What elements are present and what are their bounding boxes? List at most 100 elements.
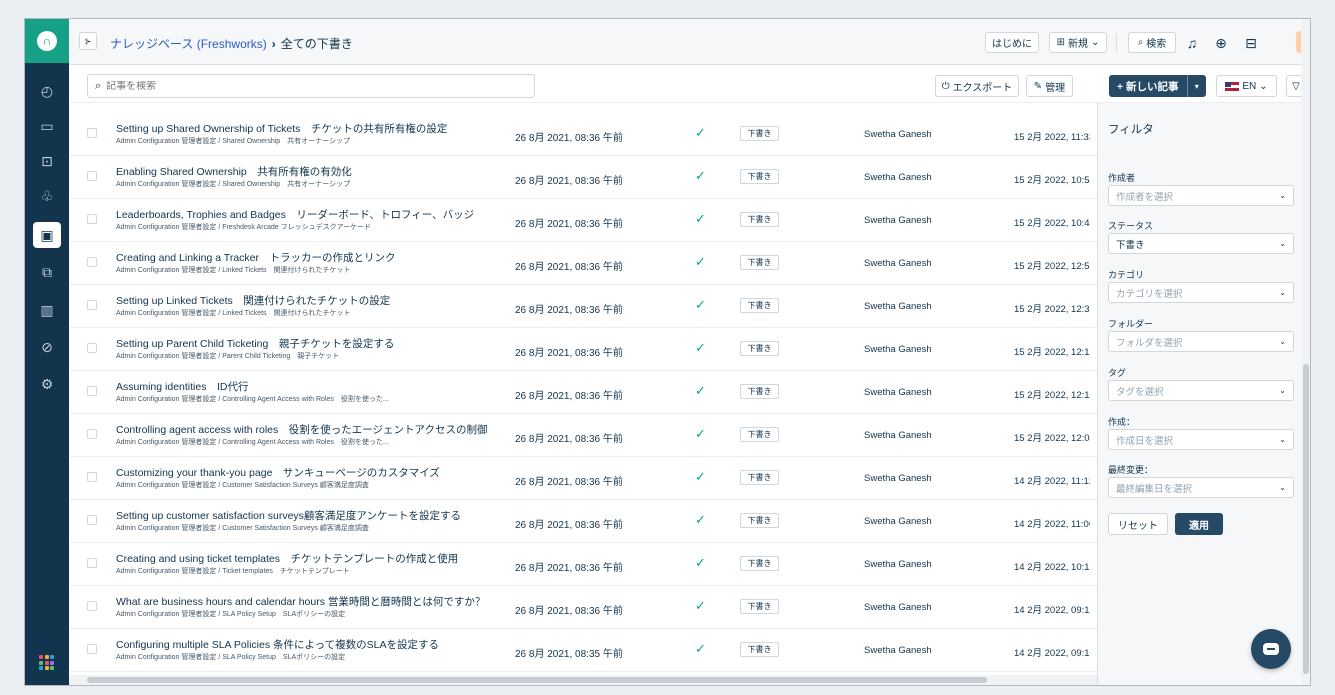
article-row[interactable]: Assuming identities ID代行 Admin Configurat… — [69, 371, 1097, 414]
article-search-input[interactable] — [106, 80, 507, 92]
article-title-link[interactable]: Assuming identities ID代行 — [116, 379, 248, 394]
article-created-date: 26 8月 2021, 08:35 午前 — [515, 649, 623, 660]
manage-button[interactable]: ✎ 管理 — [1026, 75, 1073, 97]
solutions-icon[interactable]: ▣ — [33, 222, 61, 248]
article-row[interactable]: Creating and using ticket templates チケット… — [69, 543, 1097, 586]
new-dropdown-button[interactable]: ⊞ 新規 ⌄ — [1049, 32, 1107, 53]
dashboard-icon[interactable]: ◴ — [33, 78, 61, 104]
new-article-button[interactable]: + 新しい記事 ▾ — [1109, 75, 1206, 97]
horizontal-scroll-thumb[interactable] — [87, 677, 987, 683]
export-label: エクスポート — [952, 82, 1013, 94]
article-title-link[interactable]: Configuring multiple SLA Policies 条件によって… — [116, 637, 439, 652]
article-title-link[interactable]: Setting up customer satisfaction surveys… — [116, 508, 461, 523]
discussions-icon[interactable]: ⊘ — [33, 334, 61, 360]
apply-filters-button[interactable]: 適用 — [1175, 513, 1223, 535]
article-folder-path: Admin Configuration 管理者設定 / Shared Owner… — [116, 138, 351, 145]
created-filter-select[interactable]: 作成日を選択 ⌄ — [1108, 429, 1294, 450]
article-row[interactable]: Enabling Shared Ownership 共有所有権の有効化 Admin… — [69, 156, 1097, 199]
row-checkbox[interactable] — [87, 300, 97, 310]
article-row[interactable]: Customizing your thank-you page サンキューページ… — [69, 457, 1097, 500]
contacts-icon[interactable]: ⊡ — [33, 148, 61, 174]
getting-started-button[interactable]: はじめに — [985, 32, 1039, 53]
article-title-link[interactable]: What are business hours and calendar hou… — [116, 594, 485, 609]
article-list: Setting up Shared Ownership of Tickets チ… — [69, 113, 1097, 675]
article-row[interactable]: Setting up Linked Tickets 関連付けられたチケットの設定… — [69, 285, 1097, 328]
tickets-icon[interactable]: ▭ — [33, 113, 61, 139]
vertical-scrollbar[interactable] — [1301, 19, 1310, 685]
chevron-down-icon: ⌄ — [1259, 80, 1268, 92]
folder-filter-label: フォルダー — [1108, 319, 1154, 329]
reset-filters-button[interactable]: リセット — [1108, 513, 1168, 535]
article-title-link[interactable]: Creating and Linking a Tracker トラッカーの作成と… — [116, 250, 396, 265]
horizontal-scrollbar[interactable] — [69, 675, 1097, 685]
article-row[interactable]: Setting up customer satisfaction surveys… — [69, 500, 1097, 543]
status-filter-select[interactable]: 下書き ⌄ — [1108, 233, 1294, 254]
chat-widget-button[interactable] — [1251, 629, 1291, 669]
article-title-link[interactable]: Customizing your thank-you page サンキューページ… — [116, 465, 440, 480]
article-title-link[interactable]: Setting up Linked Tickets 関連付けられたチケットの設定 — [116, 293, 390, 308]
row-checkbox[interactable] — [87, 515, 97, 525]
status-badge: 下書き — [740, 513, 779, 528]
checkmark-icon: ✓ — [695, 211, 706, 226]
reports-icon[interactable]: ▥ — [33, 297, 61, 323]
row-checkbox[interactable] — [87, 558, 97, 568]
export-button[interactable]: ⏻ エクスポート — [935, 75, 1019, 97]
row-checkbox[interactable] — [87, 386, 97, 396]
chevron-down-icon: ⌄ — [1279, 483, 1286, 492]
language-label: EN — [1242, 80, 1257, 92]
article-row[interactable]: Leaderboards, Trophies and Badges リーダーボー… — [69, 199, 1097, 242]
sidebar-toggle-button[interactable]: ⊱ — [79, 32, 97, 50]
global-search-button[interactable]: ⌕ 検索 — [1128, 32, 1176, 53]
row-checkbox[interactable] — [87, 128, 97, 138]
row-checkbox[interactable] — [87, 257, 97, 267]
language-selector[interactable]: EN ⌄ — [1216, 75, 1277, 97]
status-badge: 下書き — [740, 126, 779, 141]
article-title-link[interactable]: Creating and using ticket templates チケット… — [116, 551, 458, 566]
article-title-link[interactable]: Leaderboards, Trophies and Badges リーダーボー… — [116, 207, 474, 222]
breadcrumb-root-link[interactable]: ナレッジベース (Freshworks) — [110, 37, 267, 51]
article-modified-date: 15 2月 2022, 10:46 午前 — [1014, 218, 1090, 229]
article-row[interactable]: Creating and Linking a Tracker トラッカーの作成と… — [69, 242, 1097, 285]
article-row[interactable]: Setting up Shared Ownership of Tickets チ… — [69, 113, 1097, 156]
social-icon[interactable]: ♧ — [33, 183, 61, 209]
vertical-scroll-thumb[interactable] — [1303, 364, 1309, 674]
article-search-box[interactable]: ⌕ — [87, 74, 535, 98]
article-folder-path: Admin Configuration 管理者設定 / Ticket templ… — [116, 568, 350, 575]
row-checkbox[interactable] — [87, 171, 97, 181]
row-checkbox[interactable] — [87, 601, 97, 611]
row-checkbox[interactable] — [87, 214, 97, 224]
article-title-link[interactable]: Enabling Shared Ownership 共有所有権の有効化 — [116, 164, 352, 179]
article-row[interactable]: Setting up Parent Child Ticketing 親子チケット… — [69, 328, 1097, 371]
article-toolbar: ⌕ ⏻エクスポート ✎管理 + 新しい記事 ▾ EN⌄ ▽ — [69, 65, 1310, 103]
article-author: Swetha Ganesh — [864, 559, 932, 570]
gift-icon[interactable]: ⊕ — [1210, 32, 1232, 54]
article-row[interactable]: What are business hours and calendar hou… — [69, 586, 1097, 629]
forums-icon[interactable]: ⧉ — [33, 259, 61, 285]
row-checkbox[interactable] — [87, 343, 97, 353]
article-title-link[interactable]: Controlling agent access with roles 役割を使… — [116, 422, 488, 437]
notifications-bell-icon[interactable]: ♫ — [1181, 32, 1203, 54]
checkmark-icon: ✓ — [695, 426, 706, 441]
status-badge: 下書き — [740, 298, 779, 313]
filter-panel-title: フィルタ — [1108, 124, 1154, 136]
admin-icon[interactable]: ⚙ — [33, 371, 61, 397]
article-title-link[interactable]: Setting up Shared Ownership of Tickets チ… — [116, 121, 447, 136]
article-modified-date: 14 2月 2022, 09:10 午前 — [1014, 648, 1090, 659]
row-checkbox[interactable] — [87, 644, 97, 654]
help-widget-icon[interactable]: ⊟ — [1240, 32, 1262, 54]
modified-filter-select[interactable]: 最終編集日を選択 ⌄ — [1108, 477, 1294, 498]
tag-filter-select[interactable]: タグを選択 ⌄ — [1108, 380, 1294, 401]
freshdesk-logo[interactable]: ∩ — [25, 19, 69, 63]
apps-grid-icon[interactable] — [39, 655, 54, 670]
author-filter-select[interactable]: 作成者を選択 ⌄ — [1108, 185, 1294, 206]
app-window: ∩ ◴ ▭ ⊡ ♧ ▣ ⧉ ▥ ⊘ ⚙ ⊱ ナレッジベース (Freshwork… — [24, 18, 1311, 686]
article-row[interactable]: Configuring multiple SLA Policies 条件によって… — [69, 629, 1097, 672]
row-checkbox[interactable] — [87, 472, 97, 482]
folder-filter-select[interactable]: フォルダを選択 ⌄ — [1108, 331, 1294, 352]
row-checkbox[interactable] — [87, 429, 97, 439]
category-filter-select[interactable]: カテゴリを選択 ⌄ — [1108, 282, 1294, 303]
new-article-label[interactable]: + 新しい記事 — [1109, 75, 1187, 97]
article-title-link[interactable]: Setting up Parent Child Ticketing 親子チケット… — [116, 336, 394, 351]
article-row[interactable]: Controlling agent access with roles 役割を使… — [69, 414, 1097, 457]
new-article-dropdown-icon[interactable]: ▾ — [1186, 75, 1206, 97]
